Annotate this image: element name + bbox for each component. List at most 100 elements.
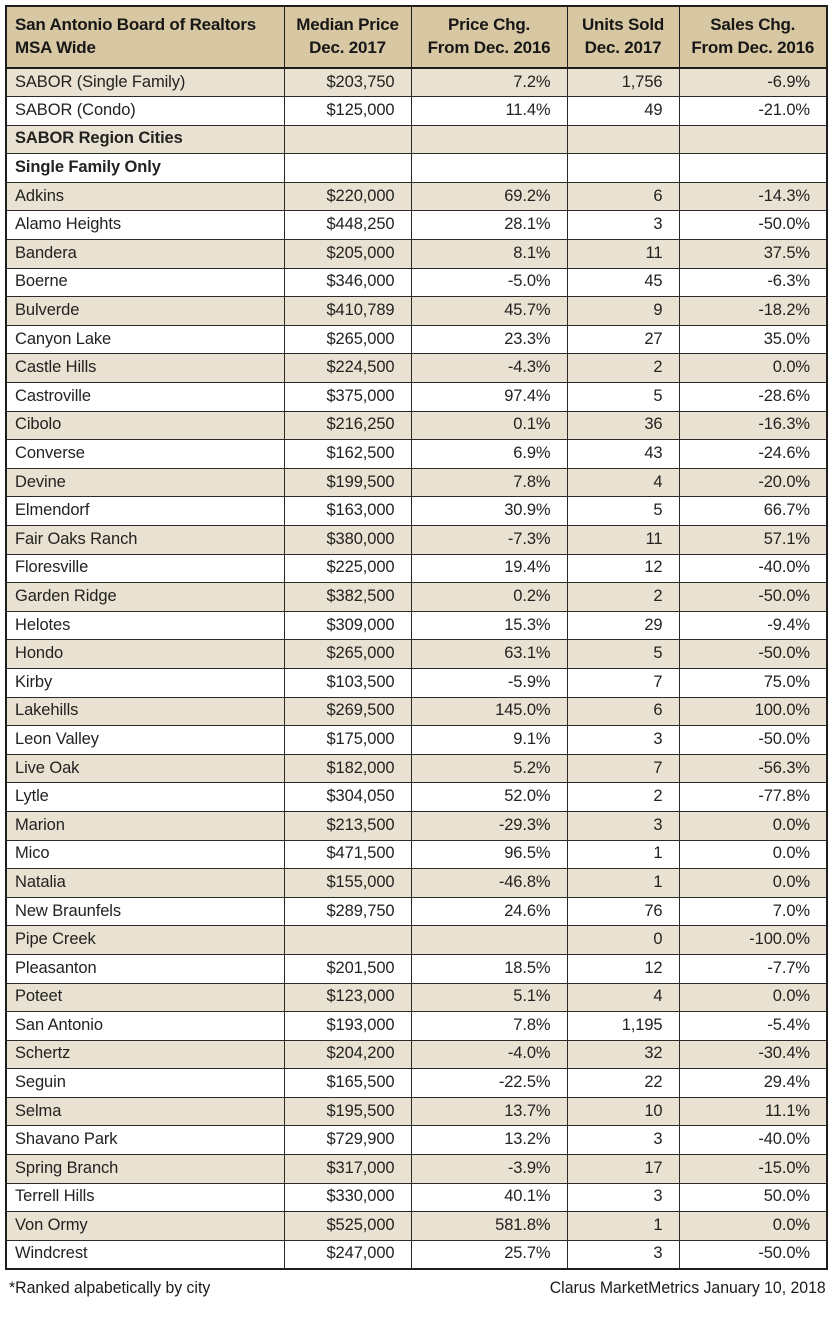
table-row: Windcrest $247,000 25.7% 3 -50.0%	[5, 1239, 828, 1270]
table-row: Live Oak $182,000 5.2% 7 -56.3%	[5, 753, 828, 784]
cell-city: Bulverde	[5, 296, 285, 326]
footer-source: Clarus MarketMetrics January 10, 2018	[550, 1277, 826, 1297]
cell-sales-change: -9.4%	[678, 610, 828, 641]
cell-units-sold: 4	[566, 467, 680, 498]
cell-median-price: $309,000	[283, 610, 412, 641]
cell-city: Windcrest	[5, 1239, 285, 1270]
cell-price-change	[410, 153, 568, 183]
cell-price-change: 24.6%	[410, 896, 568, 927]
cell-price-change: 18.5%	[410, 953, 568, 984]
cell-median-price: $289,750	[283, 896, 412, 927]
cell-median-price: $163,000	[283, 496, 412, 526]
cell-price-change: 15.3%	[410, 610, 568, 641]
cell-city: Kirby	[5, 667, 285, 698]
cell-sales-change: -28.6%	[678, 382, 828, 412]
cell-price-change: 7.2%	[410, 67, 568, 98]
cell-units-sold: 27	[566, 324, 680, 355]
report-page: San Antonio Board of Realtors MSA Wide M…	[0, 0, 832, 1320]
cell-sales-change: -100.0%	[678, 925, 828, 955]
cell-units-sold: 4	[566, 982, 680, 1013]
table-row: Castle Hills $224,500 -4.3% 2 0.0%	[5, 353, 828, 384]
cell-median-price: $375,000	[283, 382, 412, 412]
column-header-city-line2: MSA Wide	[15, 37, 96, 57]
cell-price-change: 11.4%	[410, 96, 568, 126]
cell-median-price: $265,000	[283, 639, 412, 669]
table-row: Lytle $304,050 52.0% 2 -77.8%	[5, 782, 828, 812]
table-row: Kirby $103,500 -5.9% 7 75.0%	[5, 667, 828, 698]
column-header-median-price: Median Price Dec. 2017	[283, 5, 412, 69]
table-row: Von Ormy $525,000 581.8% 1 0.0%	[5, 1211, 828, 1241]
cell-units-sold	[566, 153, 680, 183]
cell-sales-change: -21.0%	[678, 96, 828, 126]
cell-city: Lytle	[5, 782, 285, 812]
table-row: Helotes $309,000 15.3% 29 -9.4%	[5, 610, 828, 641]
cell-units-sold: 49	[566, 96, 680, 126]
cell-price-change: 25.7%	[410, 1239, 568, 1270]
table-row: Terrell Hills $330,000 40.1% 3 50.0%	[5, 1182, 828, 1213]
cell-units-sold: 32	[566, 1039, 680, 1070]
cell-units-sold: 7	[566, 753, 680, 784]
cell-median-price: $175,000	[283, 725, 412, 755]
column-header-price-change-line1: Price Chg.	[447, 15, 531, 35]
column-header-price-change-line2: From Dec. 2016	[427, 37, 551, 57]
cell-city: Mico	[5, 839, 285, 870]
cell-units-sold: 3	[566, 725, 680, 755]
cell-median-price: $317,000	[283, 1154, 412, 1184]
cell-median-price: $203,750	[283, 67, 412, 98]
cell-city: Fair Oaks Ranch	[5, 525, 285, 555]
table-row: Single Family Only	[5, 153, 828, 183]
cell-price-change: 97.4%	[410, 382, 568, 412]
table-row: Natalia $155,000 -46.8% 1 0.0%	[5, 868, 828, 898]
cell-price-change: 96.5%	[410, 839, 568, 870]
cell-sales-change: -40.0%	[678, 553, 828, 584]
table-row: Fair Oaks Ranch $380,000 -7.3% 11 57.1%	[5, 525, 828, 555]
cell-city: Floresville	[5, 553, 285, 584]
cell-price-change: -22.5%	[410, 1068, 568, 1098]
cell-price-change: -46.8%	[410, 868, 568, 898]
cell-units-sold: 0	[566, 925, 680, 955]
cell-median-price: $103,500	[283, 667, 412, 698]
cell-units-sold: 11	[566, 239, 680, 269]
cell-units-sold: 17	[566, 1154, 680, 1184]
column-header-sales-change: Sales Chg. From Dec. 2016	[678, 5, 828, 69]
cell-city: Marion	[5, 810, 285, 841]
cell-units-sold: 3	[566, 1182, 680, 1213]
cell-price-change: -5.9%	[410, 667, 568, 698]
table-row: Devine $199,500 7.8% 4 -20.0%	[5, 467, 828, 498]
cell-city: Bandera	[5, 239, 285, 269]
table-row: Castroville $375,000 97.4% 5 -28.6%	[5, 382, 828, 412]
cell-price-change: 6.9%	[410, 439, 568, 469]
cell-price-change: 45.7%	[410, 296, 568, 326]
cell-sales-change: -24.6%	[678, 439, 828, 469]
cell-median-price: $382,500	[283, 582, 412, 612]
cell-city: San Antonio	[5, 1011, 285, 1041]
column-header-sales-change-line1: Sales Chg.	[710, 15, 796, 35]
cell-sales-change: -50.0%	[678, 1239, 828, 1270]
cell-median-price: $448,250	[283, 210, 412, 241]
cell-units-sold: 1	[566, 868, 680, 898]
cell-city: Lakehills	[5, 696, 285, 727]
cell-sales-change	[678, 124, 828, 155]
cell-sales-change: 35.0%	[678, 324, 828, 355]
cell-city: Terrell Hills	[5, 1182, 285, 1213]
cell-city: Adkins	[5, 181, 285, 212]
cell-city: Spring Branch	[5, 1154, 285, 1184]
cell-city: Poteet	[5, 982, 285, 1013]
cell-median-price	[283, 925, 412, 955]
table-row: Shavano Park $729,900 13.2% 3 -40.0%	[5, 1125, 828, 1156]
column-header-sales-change-line2: From Dec. 2016	[691, 37, 815, 57]
cell-city: Helotes	[5, 610, 285, 641]
cell-sales-change: -6.3%	[678, 267, 828, 298]
cell-median-price: $205,000	[283, 239, 412, 269]
cell-price-change: 23.3%	[410, 324, 568, 355]
table-row: Spring Branch $317,000 -3.9% 17 -15.0%	[5, 1154, 828, 1184]
cell-price-change: 40.1%	[410, 1182, 568, 1213]
cell-units-sold: 3	[566, 810, 680, 841]
cell-units-sold: 2	[566, 782, 680, 812]
cell-median-price: $199,500	[283, 467, 412, 498]
table-row: Alamo Heights $448,250 28.1% 3 -50.0%	[5, 210, 828, 241]
cell-sales-change: -14.3%	[678, 181, 828, 212]
cell-price-change: -4.0%	[410, 1039, 568, 1070]
table-row: Poteet $123,000 5.1% 4 0.0%	[5, 982, 828, 1013]
cell-units-sold: 5	[566, 496, 680, 526]
